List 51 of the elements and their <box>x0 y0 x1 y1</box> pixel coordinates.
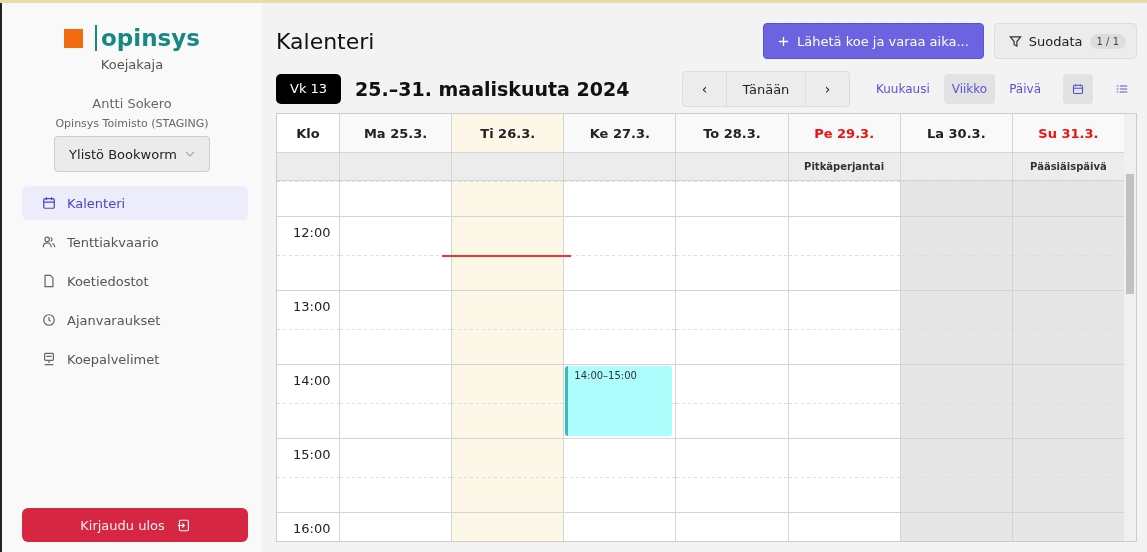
day-header: La 30.3. <box>899 114 1012 152</box>
day-header: Ma 25.3. <box>339 114 452 152</box>
clock-icon <box>42 313 56 327</box>
chevron-down-icon <box>184 151 195 157</box>
day-header: Su 31.3. <box>1011 114 1124 152</box>
holiday-name: Pitkäperjantai <box>804 161 885 172</box>
previous-button[interactable]: ‹ <box>682 72 726 106</box>
view-tab[interactable]: Päivä <box>1001 74 1049 104</box>
nav-item[interactable]: Ajanvaraukset <box>22 303 248 337</box>
nav-item[interactable]: Tenttiakvaario <box>22 225 248 259</box>
hour-label: 13:00 <box>293 299 331 314</box>
filter-icon <box>1008 34 1022 48</box>
today-button[interactable]: Tänään <box>725 72 806 106</box>
file-icon <box>42 274 56 288</box>
day-header: Ke 27.3. <box>563 114 676 152</box>
day-header: Pe 29.3. <box>787 114 900 152</box>
monitor-icon <box>42 352 56 366</box>
hour-label: 16:00 <box>293 521 331 536</box>
filter-button[interactable]: Suodata 1 / 1 <box>993 23 1137 59</box>
organization-name: Opinsys Toimisto (STAGING) <box>55 117 209 130</box>
logout-button[interactable]: Kirjaudu ulos <box>22 508 248 542</box>
time-slot <box>277 181 339 217</box>
calendar-view-button[interactable] <box>1063 74 1093 104</box>
nav-item[interactable]: Koepalvelimet <box>22 342 248 376</box>
list-icon <box>1116 83 1128 95</box>
hour-label: 12:00 <box>293 225 331 240</box>
hour-label: 14:00 <box>293 373 331 388</box>
logo: opinsys <box>95 25 200 51</box>
plus-icon <box>778 35 789 47</box>
view-tab[interactable]: Viikko <box>943 74 996 104</box>
logout-icon <box>176 518 190 532</box>
day-header: To 28.3. <box>675 114 788 152</box>
calendar-icon <box>1072 83 1084 95</box>
app-name: Koejakaja <box>100 57 164 72</box>
date-range: 25.–31. maaliskuuta 2024 <box>355 78 630 100</box>
people-icon <box>42 235 56 249</box>
day-header: Ti 26.3. <box>451 114 564 152</box>
school-select[interactable]: Ylistö Bookworm <box>54 136 210 172</box>
view-tab[interactable]: Kuukausi <box>867 74 938 104</box>
hour-label: 15:00 <box>293 447 331 462</box>
nav-item[interactable]: Kalenteri <box>22 186 248 220</box>
calendar-icon <box>42 196 56 210</box>
holiday-name: Pääsiäispäivä <box>1030 161 1107 172</box>
filter-count: 1 / 1 <box>1089 33 1126 49</box>
page-title: Kalenteri <box>276 28 375 54</box>
next-button[interactable]: › <box>805 72 849 106</box>
nav-item[interactable]: Koetiedostot <box>22 264 248 298</box>
week-number: Vk 13 <box>276 74 342 104</box>
send-exam-button[interactable]: Lähetä koe ja varaa aika... <box>763 23 984 59</box>
scrollbar[interactable] <box>1124 114 1136 541</box>
user-name: Antti Sokero <box>92 96 172 111</box>
